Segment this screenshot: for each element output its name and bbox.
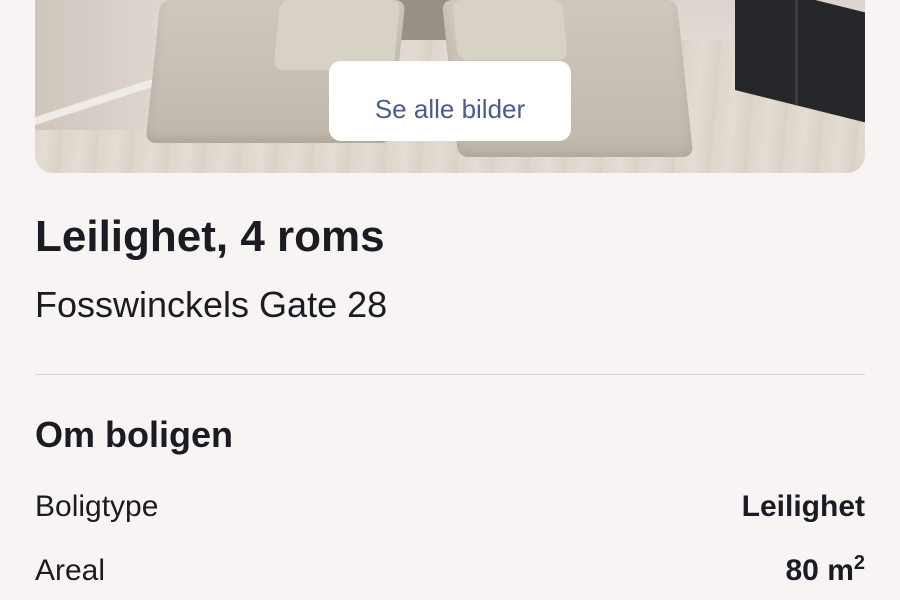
area-unit-superscript: 2 bbox=[853, 552, 865, 574]
listing-title: Leilighet, 4 roms bbox=[35, 212, 385, 261]
hero-image[interactable]: Se alle bilder bbox=[35, 0, 865, 173]
about-heading: Om boligen bbox=[35, 414, 233, 455]
hero-cabinet-door-line bbox=[795, 0, 798, 106]
property-type-value: Leilighet bbox=[741, 490, 865, 523]
section-divider bbox=[35, 374, 865, 375]
hero-cushion-right bbox=[451, 0, 569, 60]
listing-page: Se alle bilder Leilighet, 4 roms Fosswin… bbox=[0, 0, 900, 600]
area-value: 80 m bbox=[785, 554, 854, 587]
listing-address: Fosswinckels Gate 28 bbox=[35, 284, 388, 325]
hero-cushion-left bbox=[273, 0, 401, 70]
area-label: Areal bbox=[35, 554, 106, 587]
area-row: Areal 80 m2 bbox=[35, 552, 865, 594]
area-value-wrapper: 80 m2 bbox=[785, 552, 865, 588]
see-all-photos-button[interactable]: Se alle bilder bbox=[329, 61, 571, 141]
property-type-label: Boligtype bbox=[35, 490, 159, 523]
property-type-row: Boligtype Leilighet bbox=[35, 490, 865, 530]
